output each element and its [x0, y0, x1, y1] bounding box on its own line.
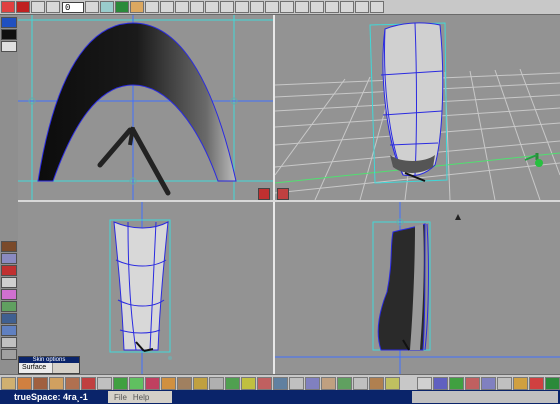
- play-icon[interactable]: [46, 1, 60, 13]
- status-tray: [412, 391, 558, 403]
- view-perspective-icon[interactable]: [277, 188, 289, 200]
- bone-tool-icon[interactable]: [353, 376, 368, 390]
- skin-options-panel: Skin options Surface: [18, 356, 80, 374]
- viewport-perspective[interactable]: [275, 15, 560, 200]
- grid-icon[interactable]: [1, 301, 17, 312]
- layer-icon[interactable]: [1, 41, 17, 52]
- left-toolbar: [0, 16, 18, 53]
- warp-icon[interactable]: [209, 376, 224, 390]
- cone-icon[interactable]: [49, 376, 64, 390]
- viewport-side[interactable]: [18, 202, 273, 374]
- plant-icon[interactable]: [225, 376, 240, 390]
- copy-icon[interactable]: [355, 1, 369, 13]
- cylinder-icon[interactable]: [33, 376, 48, 390]
- camera-tool-icon[interactable]: [545, 376, 560, 390]
- surface-tab[interactable]: Surface: [19, 363, 53, 373]
- deform-icon[interactable]: [160, 1, 174, 13]
- fur-icon[interactable]: [193, 376, 208, 390]
- blob-icon[interactable]: [161, 376, 176, 390]
- text-icon[interactable]: [1, 277, 17, 288]
- camera-icon[interactable]: [280, 1, 294, 13]
- view-front-icon[interactable]: [258, 188, 270, 200]
- step-back-icon[interactable]: [31, 1, 45, 13]
- light-tool-icon[interactable]: [529, 376, 544, 390]
- menu-help[interactable]: Help: [133, 393, 149, 402]
- scale-icon[interactable]: [250, 1, 264, 13]
- render-icon[interactable]: [145, 376, 160, 390]
- frame-tool-icon[interactable]: [481, 376, 496, 390]
- face-icon[interactable]: [241, 376, 256, 390]
- undo-icon[interactable]: [310, 1, 324, 13]
- light-icon[interactable]: [295, 1, 309, 13]
- help-icon[interactable]: [370, 1, 384, 13]
- deform-tool-icon[interactable]: [1, 349, 17, 360]
- material-icon[interactable]: [145, 1, 159, 13]
- cube-icon[interactable]: [1, 325, 17, 336]
- menu-bar: File Help: [108, 391, 172, 403]
- figure-icon[interactable]: [321, 376, 336, 390]
- frame-spin-icon[interactable]: [85, 1, 99, 13]
- primitive-icon[interactable]: [1, 241, 17, 252]
- timeline-icon[interactable]: [513, 376, 528, 390]
- rotate-icon[interactable]: [235, 1, 249, 13]
- stop-icon[interactable]: [16, 1, 30, 13]
- erase-icon[interactable]: [340, 1, 354, 13]
- path-icon[interactable]: [175, 1, 189, 13]
- nurbs-icon[interactable]: [1, 376, 16, 390]
- window-title-bar: trueSpace: 4га¸-1 File Help: [0, 390, 560, 404]
- viewport-top[interactable]: [275, 202, 560, 374]
- nav-icon[interactable]: [205, 1, 219, 13]
- bounce-icon[interactable]: [465, 376, 480, 390]
- sphere-tool-icon[interactable]: [17, 376, 32, 390]
- lathe-icon[interactable]: [1, 265, 17, 276]
- arrow-icon[interactable]: [497, 376, 512, 390]
- bones-icon[interactable]: [190, 1, 204, 13]
- ball-icon[interactable]: [129, 376, 144, 390]
- logo-icon[interactable]: [385, 376, 400, 390]
- select-icon[interactable]: [417, 376, 432, 390]
- window-title: trueSpace: 4га¸-1: [14, 392, 88, 402]
- object-tool-icon[interactable]: [100, 1, 114, 13]
- link-icon[interactable]: [433, 376, 448, 390]
- man-icon[interactable]: [369, 376, 384, 390]
- eye-icon[interactable]: [115, 1, 129, 13]
- stripe-icon[interactable]: [257, 376, 272, 390]
- checker-icon[interactable]: [289, 376, 304, 390]
- solid-view-icon[interactable]: [1, 17, 17, 28]
- plane-icon[interactable]: [1, 313, 17, 324]
- redo-icon[interactable]: [325, 1, 339, 13]
- color-swatch-icon[interactable]: [1, 289, 17, 300]
- anim-icon[interactable]: [337, 376, 352, 390]
- paint-icon[interactable]: [130, 1, 144, 13]
- zoom-icon[interactable]: [265, 1, 279, 13]
- torus-icon[interactable]: [65, 376, 80, 390]
- wire-view-icon[interactable]: [1, 29, 17, 40]
- viewport-front[interactable]: [18, 15, 273, 200]
- dots-icon[interactable]: [305, 376, 320, 390]
- point-edit-icon[interactable]: [97, 376, 112, 390]
- record-icon[interactable]: [1, 1, 15, 13]
- bottom-toolbar: [0, 374, 560, 391]
- skin-icon[interactable]: [1, 337, 17, 348]
- frame-field[interactable]: 0: [62, 1, 84, 13]
- boolean-icon[interactable]: [273, 376, 288, 390]
- sphere-icon[interactable]: [1, 253, 17, 264]
- lasso-icon[interactable]: [449, 376, 464, 390]
- left-palette: [0, 240, 18, 361]
- top-toolbar: 0: [0, 0, 560, 15]
- metaball-icon[interactable]: [177, 376, 192, 390]
- spline-icon[interactable]: [81, 376, 96, 390]
- move-icon[interactable]: [220, 1, 234, 13]
- menu-file[interactable]: File: [114, 393, 127, 402]
- material-tool-icon[interactable]: [113, 376, 128, 390]
